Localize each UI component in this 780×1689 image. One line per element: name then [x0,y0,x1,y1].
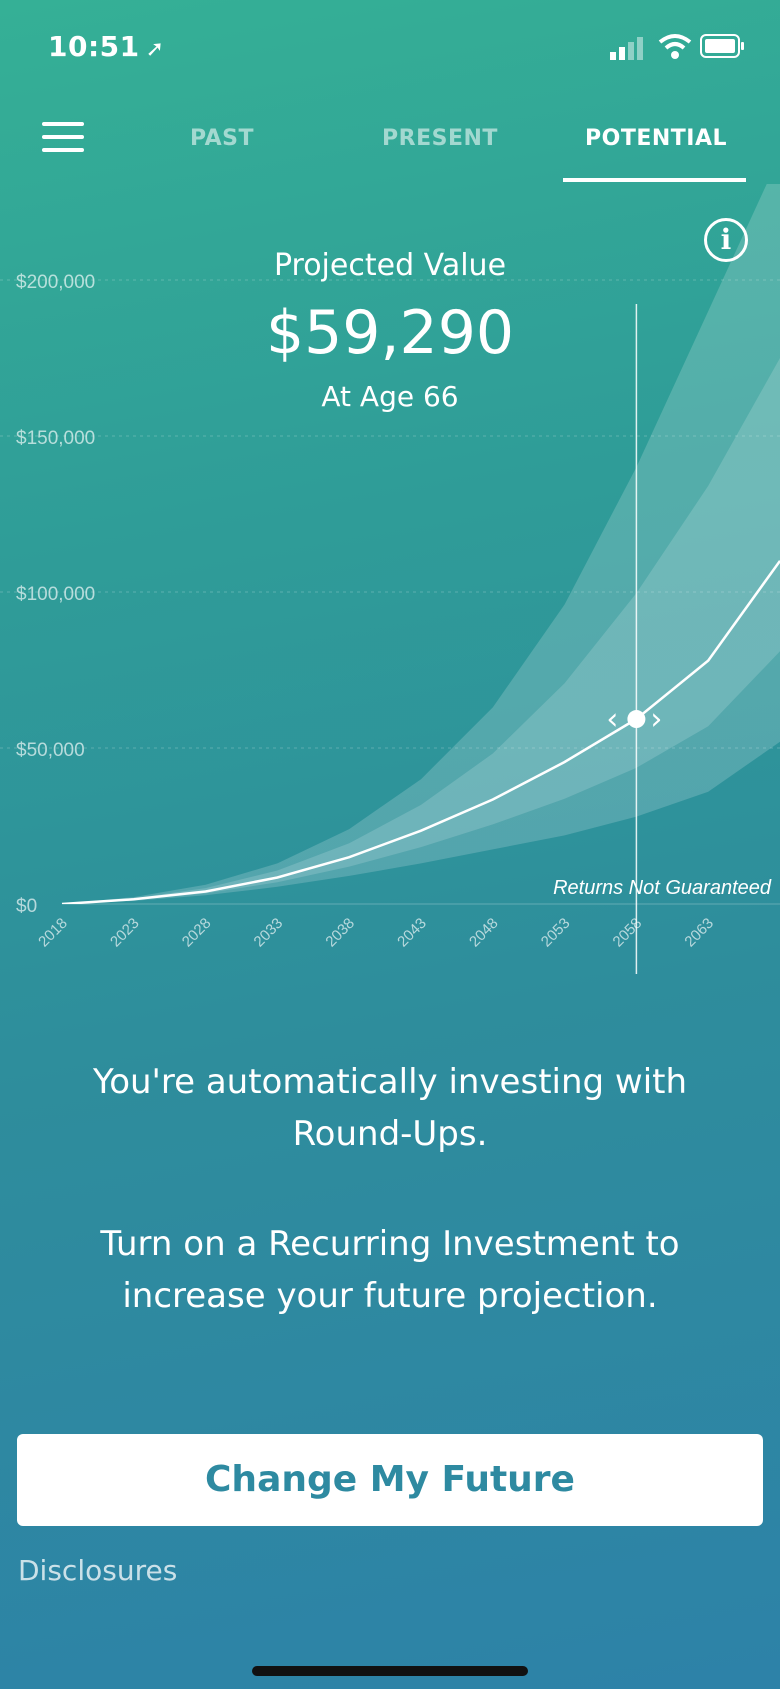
projected-value-label: Projected Value [273,248,507,283]
tab-present[interactable]: PRESENT [382,126,498,151]
y-tick-label: $0 [16,896,37,917]
x-tick-label: 2053 [538,915,574,951]
location-arrow-icon: ➚ [145,37,165,62]
x-tick-label: 2058 [610,915,646,951]
cellular-signal-icon [610,37,643,60]
status-bar: 10:51 ➚ [0,0,780,100]
wifi-icon [658,34,692,59]
y-tick-label: $150,000 [16,428,95,449]
x-tick-label: 2038 [322,915,358,951]
x-tick-label: 2028 [179,915,215,951]
projected-age: At Age 66 [321,380,459,413]
battery-icon [700,34,744,58]
scrub-left-icon: ‹ [606,702,618,737]
top-nav: PAST PRESENT POTENTIAL [0,100,780,184]
status-time: 10:51 ➚ [48,30,165,63]
selected-point [627,710,646,729]
y-tick-label: $50,000 [16,740,85,761]
scrub-right-icon: › [650,702,662,737]
active-tab-indicator [563,178,746,182]
x-tick-label: 2063 [681,915,717,951]
home-indicator [252,1666,528,1676]
tab-potential[interactable]: POTENTIAL [585,126,727,151]
change-my-future-button[interactable]: Change My Future [17,1434,763,1526]
tab-past[interactable]: PAST [190,126,254,151]
x-tick-label: 2043 [394,915,430,951]
disclosures-link[interactable]: Disclosures [18,1554,177,1587]
returns-not-guaranteed-note: Returns Not Guaranteed [553,877,772,899]
x-tick-label: 2033 [251,915,287,951]
recurring-message: Turn on a Recurring Investment to increa… [100,1224,680,1316]
roundups-message: You're automatically investing with Roun… [92,1062,688,1154]
projected-value: $59,290 [265,298,515,368]
y-tick-label: $100,000 [16,584,95,605]
x-tick-label: 2023 [107,915,143,951]
x-tick-label: 2018 [35,915,71,951]
x-tick-label: 2048 [466,915,502,951]
menu-icon[interactable] [42,122,84,158]
